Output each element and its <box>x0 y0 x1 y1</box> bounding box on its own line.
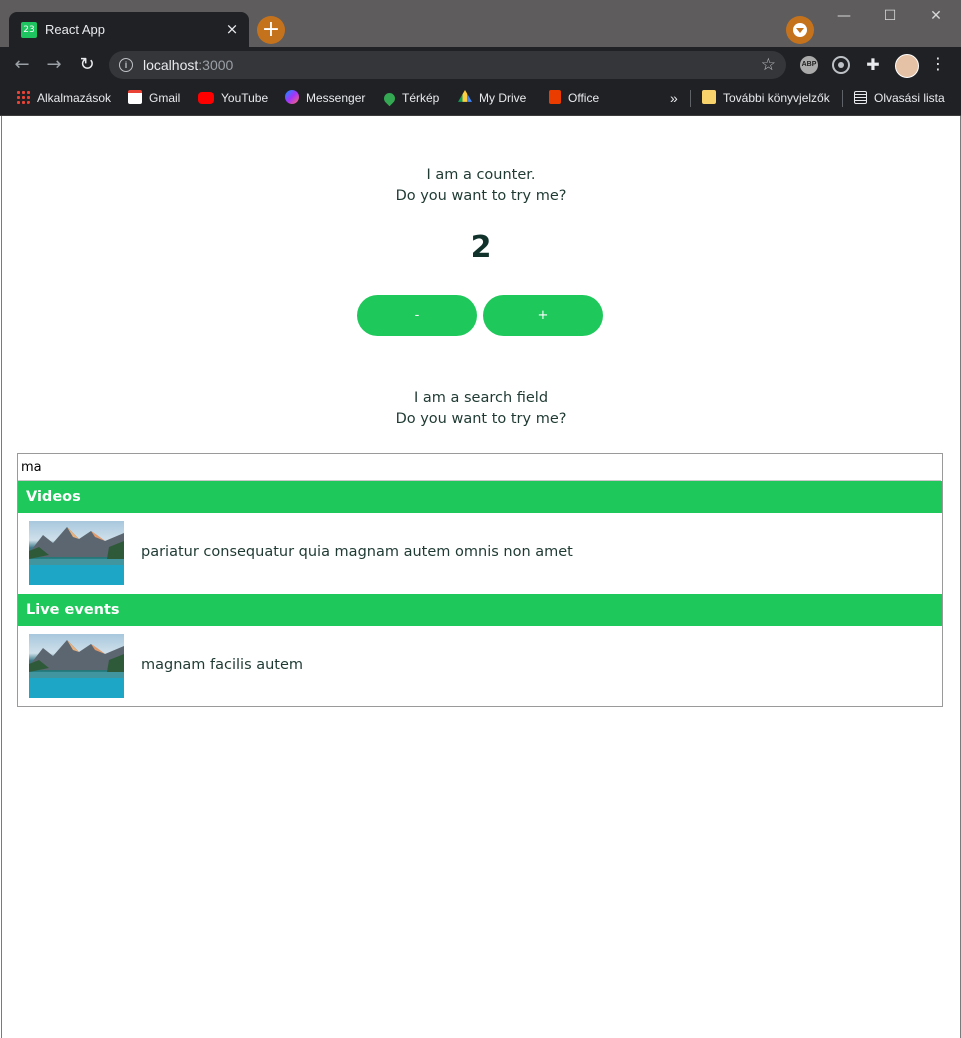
result-title: pariatur consequatur quia magnam autem o… <box>141 544 573 560</box>
search-widget: Videos pariatur consequatur quia magnam … <box>17 453 943 707</box>
section-header-live-events: Live events <box>18 594 942 626</box>
extension-target-icon[interactable] <box>832 56 850 74</box>
new-tab-button[interactable]: + <box>257 16 285 44</box>
bookmark-apps[interactable]: Alkalmazások <box>16 89 111 107</box>
minimize-button[interactable]: — <box>829 6 859 26</box>
decrement-button[interactable]: - <box>357 295 477 336</box>
gmail-icon <box>128 90 142 104</box>
bookmark-youtube[interactable]: YouTube <box>198 89 268 107</box>
result-title: magnam facilis autem <box>141 657 304 673</box>
maximize-button[interactable]: ☐ <box>875 6 905 26</box>
profile-avatar[interactable] <box>895 54 919 78</box>
bookmarks-divider <box>690 90 691 107</box>
counter-intro-line2: Do you want to try me? <box>395 188 567 204</box>
increment-button[interactable]: + <box>483 295 603 336</box>
video-thumbnail <box>29 521 124 585</box>
tab-title: React App <box>45 22 105 37</box>
bookmark-star-icon[interactable]: ☆ <box>761 55 776 75</box>
page-viewport: I am a counter. Do you want to try me? 2… <box>1 116 961 1038</box>
browser-title-bar: 23 React App × + — ☐ ✕ <box>0 0 961 47</box>
adblock-plus-icon[interactable]: ABP <box>800 56 818 74</box>
folder-icon <box>702 90 716 104</box>
counter-intro-line1: I am a counter. <box>426 167 536 183</box>
counter-intro: I am a counter. Do you want to try me? <box>2 165 960 207</box>
bookmark-office[interactable]: Office <box>549 89 599 107</box>
bookmarks-divider <box>842 90 843 107</box>
tab-search-button[interactable] <box>786 16 814 44</box>
apps-icon <box>16 90 30 104</box>
bookmarks-bar: Alkalmazások Gmail YouTube Messenger Tér… <box>0 82 961 116</box>
youtube-icon <box>198 92 214 104</box>
bookmark-gmail[interactable]: Gmail <box>128 89 180 107</box>
office-icon <box>549 90 561 104</box>
browser-tab[interactable]: 23 React App × <box>9 12 249 47</box>
result-item[interactable]: pariatur consequatur quia magnam autem o… <box>18 513 942 593</box>
maps-icon <box>381 90 398 107</box>
counter-value: 2 <box>470 230 492 265</box>
search-intro: I am a search field Do you want to try m… <box>2 388 960 430</box>
bookmark-messenger[interactable]: Messenger <box>285 89 365 107</box>
search-intro-line2: Do you want to try me? <box>395 411 567 427</box>
reading-list-icon <box>854 91 867 104</box>
drive-icon <box>458 90 472 102</box>
search-intro-line1: I am a search field <box>413 390 549 406</box>
close-window-button[interactable]: ✕ <box>921 6 951 26</box>
messenger-icon <box>285 90 299 104</box>
reload-button[interactable]: ↻ <box>75 53 99 77</box>
react-app-favicon-icon: 23 <box>21 22 37 38</box>
result-item[interactable]: magnam facilis autem <box>18 626 942 706</box>
section-header-videos: Videos <box>18 481 942 513</box>
extensions-puzzle-icon[interactable]: ✚ <box>864 56 882 74</box>
other-bookmarks[interactable]: További könyvjelzők <box>702 89 830 107</box>
address-bar[interactable]: i localhost:3000 ☆ <box>109 51 786 79</box>
search-input[interactable] <box>18 454 941 481</box>
bookmarks-overflow-button[interactable]: » <box>670 89 678 107</box>
url-text: localhost:3000 <box>143 57 234 73</box>
bookmark-maps[interactable]: Térkép <box>381 89 439 107</box>
reading-list[interactable]: Olvasási lista <box>854 89 945 107</box>
back-button[interactable]: ← <box>10 53 34 77</box>
browser-toolbar: ← → ↻ i localhost:3000 ☆ ABP ✚ ⋮ <box>0 47 961 82</box>
forward-button[interactable]: → <box>42 53 66 77</box>
browser-menu-icon[interactable]: ⋮ <box>930 55 946 73</box>
site-info-icon[interactable]: i <box>119 58 133 72</box>
tab-close-icon[interactable]: × <box>223 20 241 38</box>
bookmark-drive[interactable]: My Drive <box>458 89 526 107</box>
live-event-thumbnail <box>29 634 124 698</box>
